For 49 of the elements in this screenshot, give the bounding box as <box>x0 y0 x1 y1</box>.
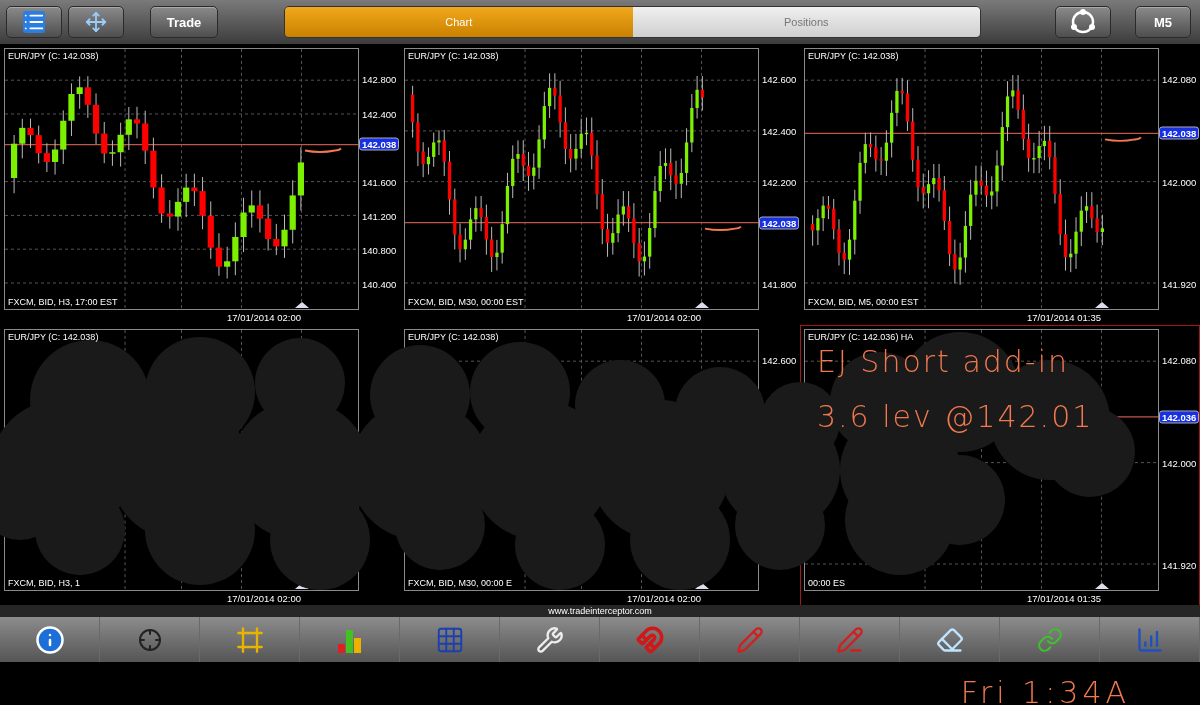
trade-button[interactable]: Trade <box>150 6 218 38</box>
axis-label: 142.800 <box>362 73 397 85</box>
chart-title: EUR/JPY (C: 142.038) <box>808 51 899 61</box>
handwritten-time: Fri 1:34A <box>960 677 1130 705</box>
axis-label: 141.800 <box>762 278 797 290</box>
price-tag: 142.038 <box>1159 126 1200 140</box>
date-label: 17/01/2014 01:35 <box>1027 311 1101 323</box>
axis-label: 141.920 <box>1162 559 1197 571</box>
date-label: 17/01/2014 02:00 <box>627 311 701 323</box>
date-label: 17/01/2014 02:00 <box>227 592 301 604</box>
chart-title: EUR/JPY (C: 142.038) <box>408 332 499 342</box>
chart-title: EUR/JPY (C: 142.038) <box>408 51 499 61</box>
chart-panel[interactable]: EUR/JPY (C: 142.038) FXCM, BID, H3, 17:00 EST 142.800 142.400 141.600 141.200 140.800 140.400 142.038 17/01/2014 02:00 <box>0 44 400 325</box>
date-label: 17/01/2014 01:35 <box>1027 592 1101 604</box>
axis-label: 140.400 <box>362 278 397 290</box>
price-tag: 142.036 <box>1159 410 1200 424</box>
chart-title: EUR/JPY (C: 142.038) <box>8 51 99 61</box>
chart-source: FXCM, BID, M30, 00:00 E <box>408 578 513 588</box>
axis-label: 142.400 <box>762 125 797 136</box>
handwritten-note: EJ Short add-in <box>817 344 1071 379</box>
chart-panel[interactable]: EUR/JPY (C: 142.038) FXCM, BID, M30, 00:00 EST 142.600 142.400 142.200 141.800 142.038 17/01/2014 02:00 <box>400 44 800 325</box>
view-tab[interactable]: Positions <box>632 7 980 37</box>
date-label: 17/01/2014 02:00 <box>227 311 301 323</box>
chart-title: EUR/JPY (C: 142.036) HA <box>808 332 914 342</box>
timeframe-button[interactable]: M5 <box>1135 6 1191 38</box>
handwritten-note: 3.6 lev @142.01 <box>817 399 1094 434</box>
site-url: www.tradeinterceptor.com <box>548 606 652 616</box>
axis-label: 142.080 <box>1162 73 1197 85</box>
axis-label: 140.800 <box>362 244 397 256</box>
axis-label: 142.080 <box>1162 354 1197 366</box>
price-tag: 142.038 <box>359 137 400 151</box>
date-label: 17/01/2014 02:00 <box>627 592 701 604</box>
axis-label: 141.920 <box>1162 278 1197 290</box>
chart-source: FXCM, BID, H3, 1 <box>8 578 80 588</box>
axis-label: 142.200 <box>762 176 797 188</box>
chart-source: FXCM, BID, M30, 00:00 EST <box>408 297 524 307</box>
chart-source: FXCM, BID, H3, 17:00 EST <box>8 297 118 307</box>
axis-label: 142.600 <box>762 73 797 85</box>
chart-source: FXCM, BID, M5, 00:00 EST <box>808 297 919 307</box>
axis-label: 142.000 <box>1162 176 1197 188</box>
chart-source: 00:00 ES <box>808 578 846 588</box>
axis-label: 141.200 <box>362 210 397 222</box>
chart-panel[interactable]: EUR/JPY (C: 142.038) FXCM, BID, M5, 00:00 EST 142.080 142.000 141.920 142.038 17/01/2014 01:35 <box>800 44 1200 325</box>
axis-label: 142.000 <box>1162 457 1197 469</box>
price-tag: 142.038 <box>759 216 800 230</box>
chart-title: EUR/JPY (C: 142.038) <box>8 332 99 342</box>
axis-label: 142.400 <box>362 108 397 119</box>
axis-label: 142.600 <box>762 354 797 366</box>
axis-label: 141.600 <box>362 176 397 188</box>
